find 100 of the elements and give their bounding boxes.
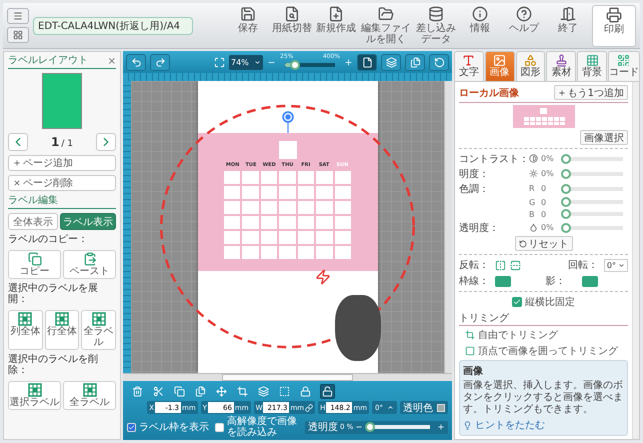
view-toggle[interactable]: 全体表示 bbox=[8, 213, 58, 230]
label-action-button[interactable]: ペースト bbox=[63, 250, 116, 278]
view-button[interactable] bbox=[405, 54, 425, 70]
scrollbar[interactable] bbox=[444, 81, 452, 373]
section-title: ラベル編集 bbox=[8, 195, 58, 207]
border-button[interactable] bbox=[495, 276, 511, 286]
reset-button[interactable]: リセット bbox=[514, 236, 572, 251]
tab[interactable]: 文字 bbox=[454, 51, 484, 81]
trimming-option[interactable]: 自由でトリミング bbox=[459, 328, 628, 342]
fit-icon bbox=[214, 56, 225, 68]
pattern-icon bbox=[586, 54, 599, 67]
toolbar-button[interactable]: 編集ファイルを開く bbox=[360, 4, 412, 46]
calendar-cell bbox=[260, 231, 278, 244]
x-icon bbox=[13, 179, 21, 187]
slider-thumb[interactable] bbox=[365, 422, 376, 432]
previous-page-button[interactable] bbox=[8, 133, 28, 151]
toolbar-button[interactable]: 用紙切替 bbox=[272, 4, 312, 46]
shadow-button[interactable] bbox=[582, 276, 598, 286]
plus-icon bbox=[437, 423, 445, 431]
border-label: 枠線： bbox=[459, 274, 490, 288]
view-toggle[interactable]: ラベル表示 bbox=[60, 213, 116, 230]
transparent-color-button[interactable]: 透明色 bbox=[400, 401, 448, 414]
toolbar-button[interactable]: 保存 bbox=[228, 4, 268, 46]
rotation-field[interactable]: 0° bbox=[604, 258, 628, 272]
printer-icon bbox=[606, 6, 622, 22]
slider-thumb[interactable] bbox=[561, 168, 571, 178]
label-action-button[interactable]: 行全体 bbox=[44, 310, 80, 350]
close-button[interactable]: × bbox=[108, 56, 116, 66]
calendar-cell bbox=[242, 186, 259, 199]
slider-thumb[interactable] bbox=[561, 209, 571, 219]
calendar-cell bbox=[334, 216, 352, 229]
label-action-button[interactable]: コピー bbox=[8, 250, 61, 278]
calendar-cell bbox=[334, 186, 352, 199]
undo-button[interactable] bbox=[126, 54, 146, 70]
trimming-option[interactable]: 頂点で画像を囲ってトリミング bbox=[459, 344, 628, 358]
redo-button[interactable] bbox=[150, 54, 170, 70]
rotate-handle-icon[interactable] bbox=[282, 111, 294, 133]
label-action-button[interactable]: 全ラベル bbox=[63, 380, 116, 410]
view-button[interactable] bbox=[381, 54, 401, 70]
flip-horizontal-icon bbox=[495, 260, 506, 270]
tab[interactable]: 背景 bbox=[577, 51, 607, 81]
label-action-button[interactable]: 列全体 bbox=[8, 310, 43, 350]
calendar-cell bbox=[279, 246, 296, 259]
tab[interactable]: 図形 bbox=[516, 51, 546, 81]
info-icon bbox=[472, 6, 488, 22]
adjust-label: 色調： bbox=[459, 182, 490, 196]
calendar-cell bbox=[334, 171, 352, 184]
rotate-label: 回転： bbox=[568, 259, 599, 272]
zoom-dropdown[interactable]: 74% bbox=[229, 54, 263, 70]
file-plus-icon bbox=[328, 6, 344, 22]
view-button[interactable] bbox=[429, 54, 449, 70]
letter-icon bbox=[462, 54, 476, 67]
slider-thumb[interactable] bbox=[561, 184, 571, 194]
adjust-value: 0% bbox=[541, 223, 555, 232]
slider-thumb[interactable] bbox=[561, 154, 571, 164]
adjust-label: 透明度： bbox=[459, 222, 500, 234]
slider-thumb[interactable] bbox=[290, 60, 300, 70]
tab[interactable]: コード bbox=[608, 51, 640, 81]
tool-button[interactable] bbox=[320, 384, 335, 398]
slider-thumb[interactable] bbox=[561, 222, 571, 232]
sun-icon bbox=[529, 169, 538, 178]
checkbox-label: 高解像度で画像を読み込み bbox=[227, 416, 298, 438]
check-icon bbox=[513, 298, 521, 306]
label-action-button[interactable]: 全ラベル bbox=[81, 310, 116, 350]
save-icon bbox=[240, 6, 256, 22]
menu-button[interactable] bbox=[7, 8, 29, 24]
reset-icon bbox=[518, 240, 526, 248]
scrollbar[interactable] bbox=[123, 373, 452, 381]
collapse-hint-link[interactable]: ヒントをたたむ bbox=[463, 418, 624, 432]
panel-title: ラベルレイアウト bbox=[8, 55, 88, 67]
delete-page-button[interactable]: ページ削除 bbox=[8, 175, 116, 191]
file-name-field[interactable]: EDT-CALA4LWN(折返し用)/A4 bbox=[33, 16, 193, 34]
toolbar-button[interactable]: 新規作成 bbox=[316, 4, 356, 46]
scrollbar[interactable] bbox=[632, 82, 639, 439]
tab[interactable]: 素材 bbox=[546, 51, 576, 81]
page-icon bbox=[362, 56, 372, 68]
toolbar-button[interactable]: 印刷 bbox=[592, 4, 636, 46]
toolbar-button[interactable]: 差し込みデータ bbox=[416, 4, 456, 46]
select-image-button[interactable]: 画像選択 bbox=[580, 130, 628, 145]
calendar-cell bbox=[334, 201, 352, 214]
grid-view-button[interactable] bbox=[7, 27, 29, 43]
label-action-button[interactable]: 選択ラベル bbox=[8, 380, 61, 410]
add-image-button[interactable]: もう1つ追加 bbox=[554, 85, 628, 100]
view-button[interactable] bbox=[357, 54, 377, 70]
opacity-label: 透明度 bbox=[308, 422, 338, 432]
code-icon bbox=[617, 54, 630, 67]
hint-title: 画像 bbox=[463, 364, 484, 378]
toolbar-button[interactable]: ヘルプ bbox=[504, 4, 544, 46]
calendar-cell bbox=[279, 186, 296, 199]
help-icon bbox=[516, 6, 532, 22]
calendar-cell bbox=[298, 171, 314, 184]
slider-thumb[interactable] bbox=[561, 197, 571, 207]
label-preview bbox=[42, 73, 82, 129]
next-page-button[interactable] bbox=[96, 133, 116, 151]
copy-icon bbox=[174, 386, 185, 396]
toolbar-button[interactable]: 情報 bbox=[460, 4, 500, 46]
checkbox[interactable] bbox=[512, 297, 522, 307]
undo-icon bbox=[130, 56, 142, 68]
add-page-button[interactable]: ページ追加 bbox=[8, 155, 116, 171]
toolbar-button[interactable]: 終了 bbox=[548, 4, 588, 46]
